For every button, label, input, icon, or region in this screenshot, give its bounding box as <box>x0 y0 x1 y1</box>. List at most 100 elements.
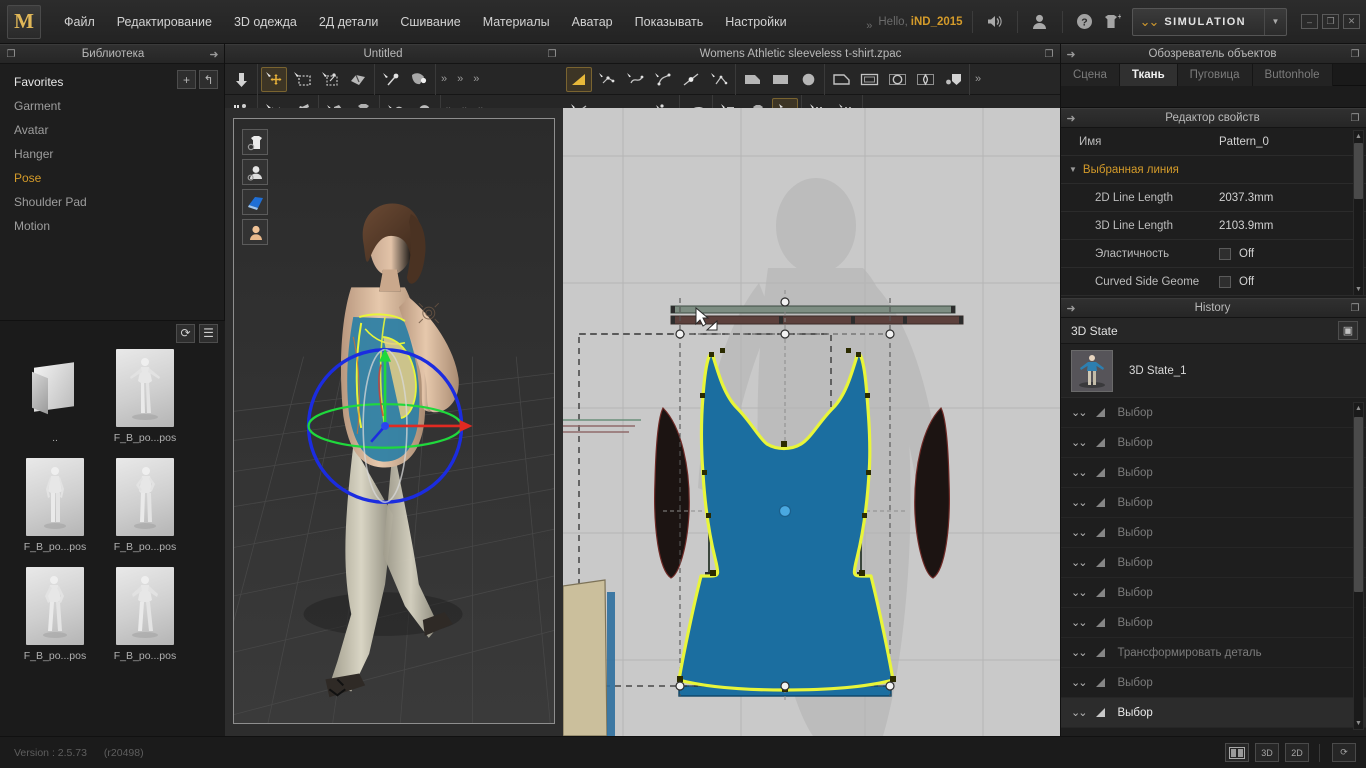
show-fabric-icon[interactable] <box>242 189 268 215</box>
scroll-thumb[interactable] <box>1354 417 1363 592</box>
sidebar-item-hanger[interactable]: Hanger <box>0 142 224 166</box>
menu-item-edit[interactable]: Редактирование <box>106 9 223 35</box>
property-editor-undock-icon[interactable]: ❐ <box>1344 113 1366 124</box>
show-skin-icon[interactable] <box>242 219 268 245</box>
property-row-name[interactable]: Имя Pattern_0 <box>1061 128 1366 156</box>
object-browser-pin-icon[interactable]: ➜ <box>1061 48 1081 61</box>
user-icon[interactable] <box>1027 9 1053 35</box>
view-2d-button[interactable]: 2D <box>1285 743 1309 762</box>
history-item[interactable]: ⌄⌄ Выбор <box>1061 608 1366 638</box>
split-line-icon[interactable] <box>678 67 704 92</box>
app-logo[interactable]: M <box>7 4 41 39</box>
toolbar-overflow-icon[interactable]: » <box>970 73 986 85</box>
property-row-2d-line-length[interactable]: 2D Line Length 2037.3mm <box>1061 184 1366 212</box>
list-view-icon[interactable]: ☰ <box>199 323 218 343</box>
file-item-pose[interactable]: F_B_po...pos <box>14 567 96 662</box>
sidebar-item-motion[interactable]: Motion <box>0 214 224 238</box>
pin-icon[interactable] <box>378 67 404 92</box>
scroll-down-icon[interactable]: ▼ <box>1354 718 1363 729</box>
add-state-icon[interactable]: ▣ <box>1338 321 1358 340</box>
show-garment-icon[interactable] <box>242 129 268 155</box>
tab-fabric[interactable]: Ткань <box>1119 64 1178 86</box>
history-item[interactable]: ⌄⌄ Выбор <box>1061 578 1366 608</box>
sidebar-item-pose[interactable]: Pose <box>0 166 224 190</box>
history-scrollbar[interactable]: ▲ ▼ <box>1353 402 1364 730</box>
object-browser-undock-icon[interactable]: ❐ <box>1344 49 1366 60</box>
menu-item-settings[interactable]: Настройки <box>714 9 797 35</box>
history-item[interactable]: ⌄⌄ Выбор <box>1061 548 1366 578</box>
property-row-curved-side-geometry[interactable]: Curved Side Geome Off <box>1061 268 1366 296</box>
menu-item-avatar[interactable]: Аватар <box>561 9 624 35</box>
edit-pattern-icon[interactable] <box>566 66 592 92</box>
garment-add-icon[interactable]: + <box>1098 9 1124 35</box>
tab-buttonhole[interactable]: Buttonhole <box>1252 64 1333 86</box>
help-icon[interactable]: ? <box>1072 9 1098 35</box>
edit-curve-point-icon[interactable] <box>594 67 620 92</box>
property-editor-scrollbar[interactable]: ▲ ▼ <box>1353 130 1364 296</box>
speaker-icon[interactable] <box>982 9 1008 35</box>
tack-icon[interactable] <box>406 67 432 92</box>
library-undock-icon[interactable]: ❐ <box>0 49 22 60</box>
refresh-icon[interactable]: ⟳ <box>176 323 195 343</box>
segment-icon[interactable] <box>706 67 732 92</box>
simulation-button[interactable]: ⌄⌄ SIMULATION ▼ <box>1131 7 1287 36</box>
history-item[interactable]: ⌄⌄ Трансформировать деталь <box>1061 638 1366 668</box>
property-editor-pin-icon[interactable]: ➜ <box>1061 112 1081 125</box>
internal-shape-icon[interactable] <box>940 67 966 92</box>
library-pin-icon[interactable]: ➜ <box>204 48 224 61</box>
internal-circle-icon[interactable] <box>884 67 910 92</box>
menu-item-materials[interactable]: Материалы <box>472 9 561 35</box>
viewport-3d-undock-icon[interactable]: ❐ <box>541 49 563 60</box>
sidebar-item-shoulder-pad[interactable]: Shoulder Pad <box>0 190 224 214</box>
toolbar-overflow-icon[interactable]: » <box>452 73 468 85</box>
viewport-2d[interactable] <box>563 108 1060 736</box>
transform-garment-icon[interactable] <box>261 66 287 92</box>
file-item-pose[interactable]: F_B_po...pos <box>104 349 186 444</box>
add-point-icon[interactable] <box>650 67 676 92</box>
sidebar-item-garment[interactable]: Garment <box>0 94 224 118</box>
menu-overflow-icon[interactable]: » <box>862 20 876 32</box>
menu-item-3d-garment[interactable]: 3D одежда <box>223 9 308 35</box>
internal-polygon-icon[interactable] <box>828 67 854 92</box>
tab-button[interactable]: Пуговица <box>1177 64 1253 86</box>
polygon-icon[interactable] <box>739 67 765 92</box>
file-item-pose[interactable]: F_B_po...pos <box>104 458 186 553</box>
elasticity-checkbox[interactable] <box>1219 247 1231 260</box>
layout-split-button[interactable] <box>1225 743 1249 762</box>
scroll-up-icon[interactable]: ▲ <box>1354 131 1363 142</box>
history-item[interactable]: ⌄⌄ Выбор <box>1061 458 1366 488</box>
refresh-button[interactable]: ⟳ <box>1332 743 1356 762</box>
curved-side-geometry-checkbox[interactable] <box>1219 275 1231 288</box>
scroll-thumb[interactable] <box>1354 143 1363 199</box>
scroll-down-icon[interactable]: ▼ <box>1354 284 1363 295</box>
menu-item-display[interactable]: Показывать <box>624 9 715 35</box>
menu-item-sewing[interactable]: Сшивание <box>389 9 471 35</box>
toolbar-overflow-icon[interactable]: » <box>468 73 484 85</box>
history-state-row[interactable]: 3D State_1 <box>1061 344 1366 398</box>
window-restore-button[interactable]: ❐ <box>1322 14 1339 29</box>
history-pin-icon[interactable]: ➜ <box>1061 302 1081 315</box>
history-item[interactable]: ⌄⌄ Выбор <box>1061 398 1366 428</box>
show-avatar-icon[interactable] <box>242 159 268 185</box>
menu-item-file[interactable]: Файл <box>53 9 106 35</box>
fold-arrange-icon[interactable] <box>345 67 371 92</box>
history-item[interactable]: ⌄⌄ Выбор <box>1061 488 1366 518</box>
window-minimize-button[interactable]: – <box>1301 14 1318 29</box>
property-row-3d-line-length[interactable]: 3D Line Length 2103.9mm <box>1061 212 1366 240</box>
window-close-button[interactable]: ✕ <box>1343 14 1360 29</box>
sidebar-item-avatar[interactable]: Avatar <box>0 118 224 142</box>
viewport-3d[interactable] <box>225 108 563 736</box>
internal-rectangle-icon[interactable] <box>856 67 882 92</box>
select-mesh-box-icon[interactable] <box>289 67 315 92</box>
file-item-parent[interactable]: .. <box>14 349 96 444</box>
property-row-elasticity[interactable]: Эластичность Off <box>1061 240 1366 268</box>
simulation-dropdown-icon[interactable]: ▼ <box>1264 8 1286 35</box>
property-group-selected-line[interactable]: ▼ Выбранная линия <box>1061 156 1366 184</box>
file-item-pose[interactable]: F_B_po...pos <box>14 458 96 553</box>
library-add-icon[interactable]: + <box>177 70 196 89</box>
dart-icon[interactable] <box>912 67 938 92</box>
history-item[interactable]: ⌄⌄ Выбор <box>1061 518 1366 548</box>
tab-scene[interactable]: Сцена <box>1061 64 1120 86</box>
select-mesh-icon[interactable] <box>317 67 343 92</box>
history-item[interactable]: ⌄⌄ Выбор <box>1061 428 1366 458</box>
